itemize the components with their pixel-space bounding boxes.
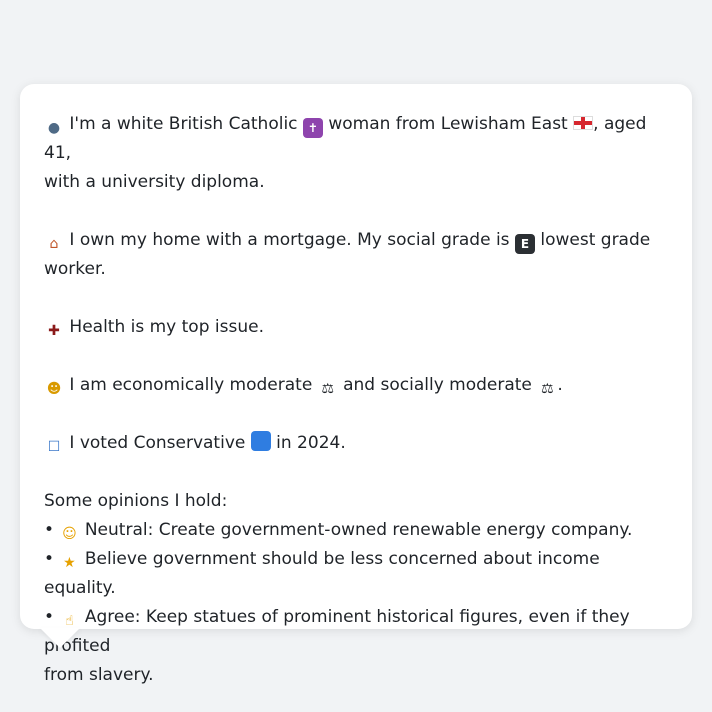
opinion-item-continuation: from slavery. — [44, 665, 154, 685]
ballot-box-icon: ☐ — [47, 439, 61, 455]
hospital-icon: ✚ — [48, 323, 60, 339]
opinion-item: • ☺ Neutral: Create government-owned ren… — [44, 520, 633, 542]
thinking-face-icon: ☻ — [46, 381, 62, 397]
letter-e-icon: E — [514, 234, 535, 254]
opinion-item: • ☝ Agree: Keep statues of prominent his… — [44, 607, 630, 656]
person-silhouette-icon: ● — [47, 120, 61, 136]
ideology-line: ☻ I am economically moderate ⚖ and socia… — [44, 371, 668, 400]
blue-square-icon — [250, 431, 271, 451]
home-line: ⌂ I own my home with a mortgage. My soci… — [44, 226, 668, 255]
neutral-face-icon: ☺ — [62, 526, 77, 542]
opinions-heading: Some opinions I hold: — [44, 491, 228, 511]
speech-bubble-tail — [40, 628, 80, 648]
vote-line: ☐ I voted Conservative in 2024. — [44, 429, 668, 458]
profile-text: ● I'm a white British Catholic ✝ woman f… — [44, 110, 668, 690]
profile-card: ● I'm a white British Catholic ✝ woman f… — [20, 84, 692, 685]
latin-cross-icon: ✝ — [302, 118, 323, 138]
identity-line: ● I'm a white British Catholic ✝ woman f… — [44, 114, 647, 163]
balance-scale-icon: ⚖ — [541, 381, 554, 397]
issue-line: ✚ Health is my top issue. — [44, 313, 668, 342]
home-line-2: worker. — [44, 259, 106, 279]
opinion-item: • ★ Believe government should be less co… — [44, 549, 600, 598]
balance-scale-icon: ⚖ — [321, 381, 334, 397]
house-icon: ⌂ — [49, 236, 59, 252]
england-flag-icon — [573, 116, 594, 130]
education-line: with a university diploma. — [44, 172, 265, 192]
person-shrugging-icon: ★ — [63, 555, 76, 571]
